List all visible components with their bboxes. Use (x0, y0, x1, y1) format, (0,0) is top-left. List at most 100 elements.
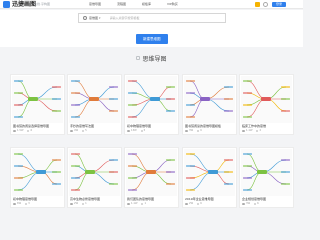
card-thumbnail[interactable] (12, 149, 63, 196)
eye-icon (185, 202, 188, 205)
card-title[interactable]: 临床工作中的思维 (242, 124, 293, 128)
section-header: 思维导图 (0, 53, 303, 63)
like-count: 9 (200, 202, 202, 205)
template-card[interactable]: 2019年企业思维导图 2W 9 (182, 147, 237, 208)
card-thumbnail[interactable] (184, 149, 235, 196)
view-count: 2W (74, 202, 79, 205)
card-title[interactable]: 2019年企业思维导图 (185, 197, 236, 201)
card-stats: 4W 5 (70, 129, 87, 132)
view-count: 2W (189, 202, 194, 205)
eye-icon (127, 129, 130, 132)
card-title[interactable]: 企业规划思维导图 (242, 197, 293, 201)
login-button[interactable]: 登录 (272, 2, 287, 7)
eye-icon (70, 129, 73, 132)
search-bar: 思维图 ▾ (78, 13, 226, 23)
card-thumbnail[interactable] (69, 76, 120, 123)
view-count: 4W (74, 129, 79, 132)
heart-icon[interactable] (141, 202, 144, 205)
card-thumbnail[interactable] (126, 76, 177, 123)
nav-item-vip[interactable]: VIP购买 (167, 2, 178, 7)
view-count: 1.5W (17, 129, 24, 132)
view-count: 3W (189, 129, 194, 132)
heart-icon[interactable] (197, 202, 200, 205)
template-card[interactable]: 初中物理思维导图 6W 3 (10, 147, 65, 208)
eye-icon (13, 202, 16, 205)
vip-crown-icon[interactable] (255, 2, 260, 7)
top-navbar: 迅捷画图 在线·乎构图 思维导图 流程图 模板库 VIP购买 登录 (0, 0, 303, 9)
card-thumbnail[interactable] (241, 76, 292, 123)
card-stats: 2W 1 (70, 202, 87, 205)
card-stats: 6W 3 (13, 202, 30, 205)
like-count: 3 (28, 202, 30, 205)
card-title[interactable]: 我们团队的思维导图 (127, 197, 178, 201)
view-count: 1.1W (246, 129, 253, 132)
section-title: 思维导图 (142, 55, 167, 63)
card-title[interactable]: 图书馆的阅读选择思维导图 (13, 124, 64, 128)
search-input[interactable] (109, 16, 200, 20)
heart-icon[interactable] (254, 202, 257, 205)
eye-icon (185, 129, 188, 132)
logo-text: 迅捷画图 (12, 1, 37, 8)
card-stats: 1.5W 6 (13, 129, 32, 132)
search-banner: 思维图 ▾ 新建思维图 (0, 10, 303, 47)
heart-icon[interactable] (82, 129, 85, 132)
view-count: 6W (17, 202, 22, 205)
like-count: 1 (144, 202, 147, 205)
card-title[interactable]: 初中物理思维导图 (13, 197, 64, 201)
card-title[interactable]: 高中生物必修思维导图 (70, 197, 121, 201)
template-card[interactable]: 我们团队的思维导图 1.1W 1 (124, 147, 179, 208)
eye-icon (70, 202, 73, 205)
template-card[interactable]: 高中生物必修思维导图 2W 1 (67, 147, 122, 208)
eye-icon (127, 202, 130, 205)
nav-item-mindmap[interactable]: 思维导图 (89, 2, 101, 7)
card-thumbnail[interactable] (241, 149, 292, 196)
main-nav: 思维导图 流程图 模板库 VIP购买 (89, 2, 194, 7)
search-type-select[interactable]: 思维图 (89, 16, 98, 20)
eye-icon (242, 129, 245, 132)
template-card[interactable]: 手抄的思维写法图 4W 5 (67, 74, 122, 135)
new-mindmap-button[interactable]: 新建思维图 (136, 34, 168, 44)
view-count: 3W (246, 202, 251, 205)
card-thumbnail[interactable] (184, 76, 235, 123)
nav-item-templates[interactable]: 模板库 (142, 2, 151, 7)
heart-icon[interactable] (27, 129, 30, 132)
heart-icon[interactable] (256, 129, 259, 132)
user-icon[interactable] (263, 2, 268, 7)
heart-icon[interactable] (140, 129, 143, 132)
view-count: 13W (131, 129, 137, 132)
card-stats: 1.1W 2 (242, 129, 261, 132)
like-count: 5 (85, 129, 87, 132)
heart-icon[interactable] (82, 202, 85, 205)
mindmap-icon (136, 56, 141, 60)
logo[interactable]: 迅捷画图 (3, 1, 36, 8)
card-title[interactable]: 手抄的思维写法图 (70, 124, 121, 128)
template-card[interactable]: 图书馆阅读的思维导图模板 3W 9 (182, 74, 237, 135)
view-count: 1.1W (131, 202, 138, 205)
like-count: 2 (259, 129, 262, 132)
card-title[interactable]: 图书馆阅读的思维导图模板 (185, 124, 236, 128)
heart-icon[interactable] (25, 202, 28, 205)
template-card[interactable]: 临床工作中的思维 1.1W 2 (239, 74, 294, 135)
like-count: 6 (257, 202, 259, 205)
card-stats: 2W 9 (185, 202, 202, 205)
like-count: 5 (143, 129, 146, 132)
like-count: 9 (200, 129, 202, 132)
card-thumbnail[interactable] (69, 149, 120, 196)
card-stats: 3W 6 (242, 202, 259, 205)
card-thumbnail[interactable] (126, 149, 177, 196)
card-stats: 13W 5 (127, 129, 145, 132)
eye-icon (13, 129, 16, 132)
logo-subtitle: 在线·乎构图 (34, 2, 50, 6)
card-title[interactable]: 初中物理思维导图 (127, 124, 178, 128)
card-stats: 3W 9 (185, 129, 202, 132)
chevron-down-icon[interactable]: ▾ (99, 16, 101, 20)
card-stats: 1.1W 1 (127, 202, 146, 205)
card-thumbnail[interactable] (12, 76, 63, 123)
template-card[interactable]: 企业规划思维导图 3W 6 (239, 147, 294, 208)
like-count: 6 (30, 129, 33, 132)
template-card[interactable]: 初中物理思维导图 13W 5 (124, 74, 179, 135)
template-card[interactable]: 图书馆的阅读选择思维导图 1.5W 6 (10, 74, 65, 135)
heart-icon[interactable] (197, 129, 200, 132)
eye-icon (242, 202, 245, 205)
nav-item-flowchart[interactable]: 流程图 (117, 2, 126, 7)
